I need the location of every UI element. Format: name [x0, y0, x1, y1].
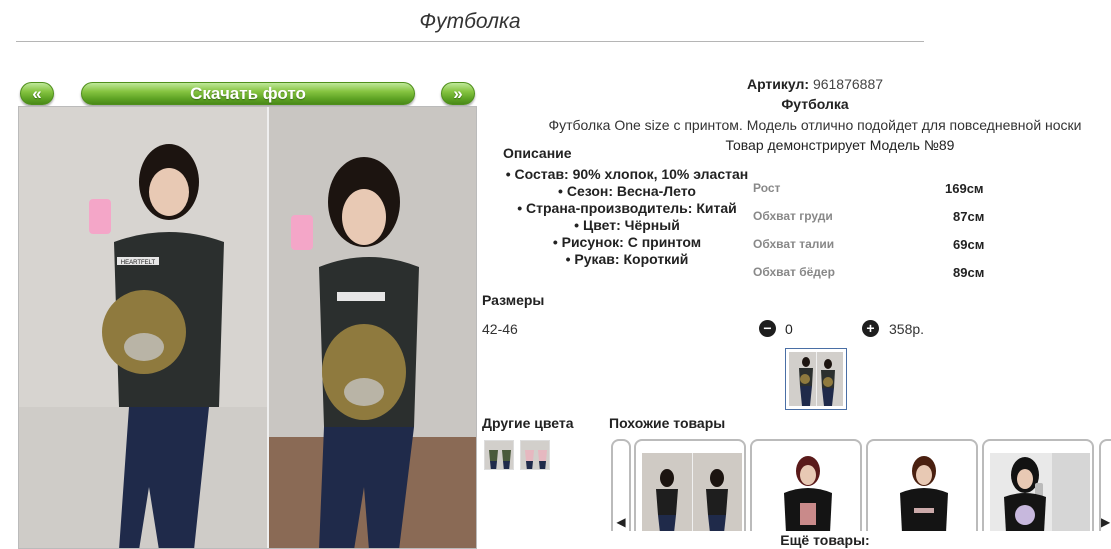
- similar-products-heading: Похожие товары: [609, 415, 726, 431]
- carousel-right-arrow-icon[interactable]: ▶: [1099, 439, 1111, 531]
- prev-photo-button[interactable]: «: [20, 82, 54, 105]
- price: 358р.: [889, 321, 925, 337]
- measurement-label-chest: Обхват груди: [753, 209, 833, 223]
- plus-circle-icon[interactable]: +: [862, 320, 879, 337]
- measurement-value-hips: 89см: [953, 265, 985, 280]
- measurement-value-waist: 69см: [953, 237, 985, 252]
- description-item: • Рисунок: С принтом: [552, 234, 702, 250]
- size-value: 42-46: [482, 321, 518, 337]
- main-product-photo[interactable]: HEARTFELT: [18, 106, 477, 549]
- product-description: Футболка One size с принтом. Модель отли…: [548, 117, 1082, 133]
- description-heading: Описание: [503, 145, 572, 161]
- similar-product-image: [758, 453, 858, 531]
- description-item: • Рукав: Короткий: [565, 251, 689, 267]
- more-products-label[interactable]: Ещё товары:: [760, 532, 890, 548]
- measurement-label-waist: Обхват талии: [753, 237, 835, 251]
- similar-product-card[interactable]: [750, 439, 862, 531]
- description-list: • Состав: 90% хлопок, 10% эластан • Сезо…: [502, 166, 752, 268]
- description-item: • Состав: 90% хлопок, 10% эластан: [505, 166, 749, 182]
- measurement-label-height: Рост: [753, 181, 781, 195]
- next-photo-button[interactable]: »: [441, 82, 475, 105]
- description-item: • Цвет: Чёрный: [574, 217, 680, 233]
- similar-product-image: [990, 453, 1090, 531]
- similar-products-carousel: ◀ ▶: [609, 437, 1111, 531]
- similar-product-card[interactable]: [982, 439, 1094, 531]
- similar-product-image: [642, 453, 742, 531]
- color-variant-thumbnail[interactable]: [520, 440, 550, 470]
- model-note: Товар демонстрирует Модель №89: [725, 137, 955, 153]
- shirt-print-text: HEARTFELT: [121, 260, 156, 266]
- sku-line: Артикул: 961876887: [700, 76, 930, 92]
- description-item: • Страна-производитель: Китай: [517, 200, 737, 216]
- similar-product-card[interactable]: [866, 439, 978, 531]
- sku-label: Артикул:: [746, 76, 810, 92]
- color-variant-thumbnail[interactable]: [484, 440, 514, 470]
- download-photo-button[interactable]: Скачать фото: [81, 82, 415, 105]
- measurement-label-hips: Обхват бёдер: [753, 265, 835, 279]
- photo-thumbnail[interactable]: [785, 348, 847, 410]
- measurement-value-chest: 87см: [953, 209, 985, 224]
- similar-product-card[interactable]: [634, 439, 746, 531]
- page-title: Футболка: [419, 10, 521, 33]
- title-divider: [16, 41, 924, 42]
- similar-product-image: [874, 453, 974, 531]
- description-item: • Сезон: Весна-Лето: [558, 183, 696, 199]
- product-name: Футболка: [781, 96, 849, 112]
- measurement-value-height: 169см: [945, 181, 984, 196]
- other-colors-heading: Другие цвета: [482, 415, 574, 431]
- sku-value: 961876887: [812, 76, 884, 92]
- quantity-value: 0: [785, 321, 793, 337]
- minus-circle-icon[interactable]: −: [759, 320, 776, 337]
- sizes-heading: Размеры: [482, 292, 545, 308]
- carousel-left-arrow-icon[interactable]: ◀: [611, 439, 631, 531]
